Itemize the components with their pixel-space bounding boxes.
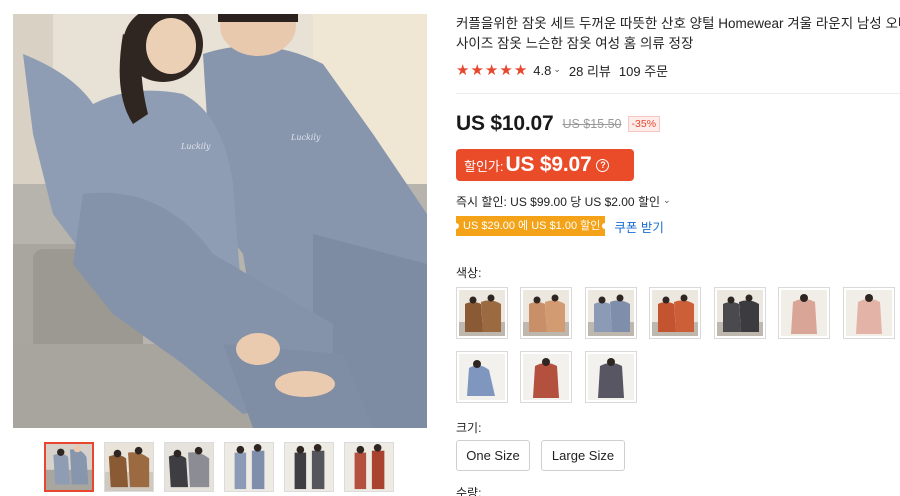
review-count[interactable]: 28 리뷰 (569, 61, 611, 80)
star-icon: ★ (499, 60, 513, 79)
main-product-photo: Luckily Luckily (13, 14, 427, 428)
chevron-down-icon[interactable]: ⌄ (663, 196, 671, 206)
get-coupon-link[interactable]: 쿠폰 받기 (614, 217, 663, 236)
help-icon[interactable]: ? (596, 158, 610, 172)
color-swatch-8[interactable] (456, 351, 508, 403)
thumbnail-1[interactable] (44, 442, 94, 492)
color-swatch-3[interactable] (585, 287, 637, 339)
divider (456, 93, 900, 94)
sale-price-banner: 할인가: US $9.07 ? (456, 149, 634, 181)
star-icon: ★ (513, 60, 528, 79)
star-icon: ★ (456, 60, 470, 79)
color-swatch-6[interactable] (778, 287, 830, 339)
chevron-down-icon[interactable]: ⌄ (553, 65, 561, 75)
price-row: US $10.07 US $15.50 -35% (456, 110, 661, 138)
svg-text:Luckily: Luckily (290, 133, 321, 142)
sale-price: US $9.07 (505, 153, 592, 176)
thumbnail-3[interactable] (164, 442, 214, 492)
color-swatch-2[interactable] (520, 287, 572, 339)
quantity-label: 수량: (456, 486, 482, 496)
svg-text:Luckily: Luckily (180, 142, 211, 151)
order-count: 109 주문 (618, 63, 669, 79)
color-swatch-grid (456, 287, 900, 405)
color-swatch-7[interactable] (843, 287, 895, 339)
color-swatch-9[interactable] (520, 351, 572, 403)
thumbnail-strip (44, 442, 404, 494)
star-icon: ★ (470, 60, 484, 79)
color-swatch-4[interactable] (649, 287, 701, 339)
rating-row: ★ ★ ★ ★ ★ 4.8 ⌄ 28 리뷰 109 주문 (456, 60, 668, 80)
rating-value[interactable]: 4.8 (533, 63, 551, 78)
coupon-tag: US $29.00 에 US $1.00 할인 (452, 216, 609, 236)
discount-badge: -35% (627, 116, 661, 132)
color-swatch-10[interactable] (585, 351, 637, 403)
instant-discount-text: 즉시 할인: US $99.00 당 US $2.00 할인 (456, 194, 661, 209)
coupon-row: US $29.00 에 US $1.00 할인 쿠폰 받기 (452, 215, 664, 237)
color-swatch-5[interactable] (714, 287, 766, 339)
color-label: 색상: (456, 266, 482, 280)
instant-discount[interactable]: 즉시 할인: US $99.00 당 US $2.00 할인 ⌄ (456, 193, 671, 209)
size-option-large-size[interactable]: Large Size (541, 440, 625, 471)
current-price: US $10.07 (456, 112, 554, 135)
product-title[interactable]: 커플을위한 잠옷 세트 두꺼운 따뜻한 산호 양털 Homewear 겨울 라운… (456, 14, 900, 54)
size-label: 크기: (456, 421, 482, 435)
thumbnail-4[interactable] (224, 442, 274, 492)
thumbnail-5[interactable] (284, 442, 334, 492)
sale-label: 할인가: (464, 158, 504, 174)
original-price: US $15.50 (562, 117, 622, 131)
rating-stars: ★ ★ ★ ★ ★ (456, 60, 528, 79)
star-icon: ★ (484, 60, 499, 79)
main-product-image[interactable]: Luckily Luckily (13, 14, 427, 428)
color-swatch-1[interactable] (456, 287, 508, 339)
title-container: 커플을위한 잠옷 세트 두꺼운 따뜻한 산호 양털 Homewear 겨울 라운… (456, 14, 900, 56)
thumbnail-6[interactable] (344, 442, 394, 492)
thumbnail-2[interactable] (104, 442, 154, 492)
product-info-panel: 커플을위한 잠옷 세트 두꺼운 따뜻한 산호 양털 Homewear 겨울 라운… (452, 0, 900, 496)
size-option-one-size[interactable]: One Size (456, 440, 530, 471)
